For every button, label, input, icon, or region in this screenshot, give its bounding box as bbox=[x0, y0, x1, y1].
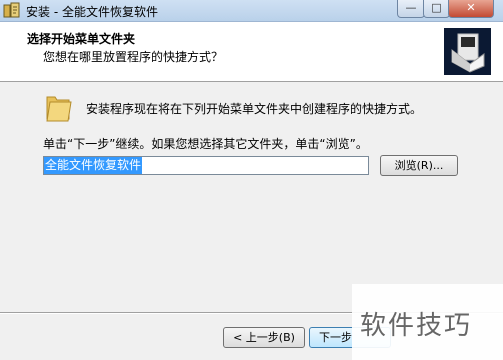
close-button[interactable]: ✕ bbox=[448, 0, 494, 18]
intro-text: 安装程序现在将在下列开始菜单文件夹中创建程序的快捷方式。 bbox=[86, 102, 423, 116]
title-bar[interactable]: 安装 - 全能文件恢复软件 — □ ✕ bbox=[0, 0, 503, 22]
watermark-text: 软件技巧 bbox=[360, 311, 473, 341]
instruction-text: 单击“下一步”继续。如果您想选择其它文件夹，单击“浏览”。 bbox=[43, 137, 368, 151]
minimize-icon: — bbox=[405, 1, 417, 14]
maximize-icon: □ bbox=[431, 1, 442, 14]
minimize-button[interactable]: — bbox=[397, 0, 425, 18]
folder-icon bbox=[45, 92, 73, 125]
page-title: 选择开始菜单文件夹 bbox=[27, 32, 136, 46]
page-subtitle: 您想在哪里放置程序的快捷方式？ bbox=[43, 50, 224, 64]
start-menu-folder-selected-text: 全能文件恢复软件 bbox=[44, 157, 143, 174]
installer-icon bbox=[3, 2, 21, 19]
browse-button[interactable]: 浏览(R)... bbox=[380, 155, 458, 176]
window-title: 安装 - 全能文件恢复软件 bbox=[26, 5, 158, 19]
close-icon: ✕ bbox=[466, 1, 476, 14]
wizard-header: 选择开始菜单文件夹 您想在哪里放置程序的快捷方式？ bbox=[0, 22, 503, 82]
computer-box-icon bbox=[444, 28, 491, 75]
maximize-button[interactable]: □ bbox=[423, 0, 450, 18]
back-button[interactable]: < 上一步(B) bbox=[223, 327, 305, 348]
